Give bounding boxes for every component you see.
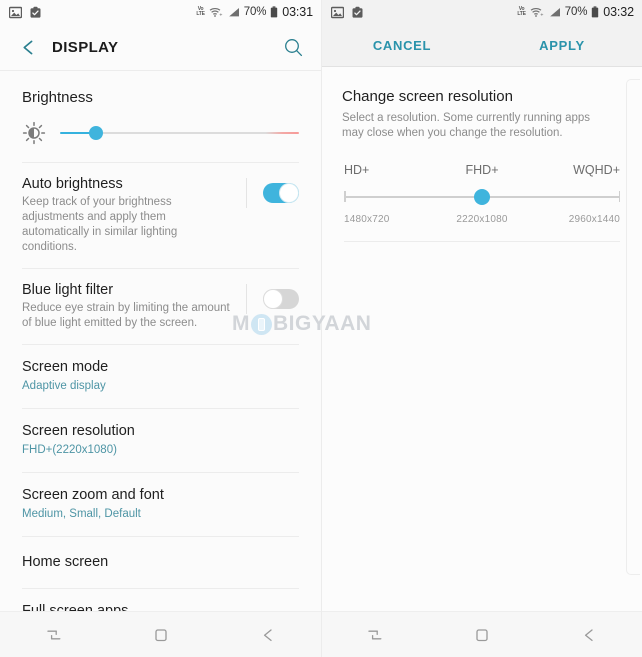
switch-knob — [279, 183, 299, 203]
resolution-slider-thumb[interactable] — [474, 189, 490, 205]
apply-button[interactable]: APPLY — [482, 38, 642, 53]
resolution-picker: HD+ FHD+ WQHD+ 1480x720 2220x1080 2960x1… — [322, 163, 642, 225]
brightness-label: Brightness — [22, 89, 93, 106]
resolution-label-fhd[interactable]: FHD+ — [436, 163, 528, 177]
setting-title: Home screen — [22, 554, 109, 570]
brightness-slider[interactable] — [60, 126, 299, 140]
setting-blue-light-filter[interactable]: Blue light filter Reduce eye strain by l… — [0, 269, 321, 344]
display-settings-screen: Vo LTE + 70% 03:31 DISPLAY Brightness Au… — [0, 0, 321, 657]
page-title: DISPLAY — [52, 38, 119, 56]
setting-title: Full screen apps — [22, 603, 129, 611]
cancel-button[interactable]: CANCEL — [322, 38, 482, 53]
setting-title: Screen resolution — [22, 423, 135, 439]
resolution-value-hd: 1480x720 — [344, 214, 390, 225]
image-icon — [9, 6, 22, 18]
change-resolution-dialog-screen: Vo LTE + 70% 03:32 CANCEL APPLY Change s… — [321, 0, 642, 657]
battery-icon — [592, 6, 599, 18]
svg-text:+: + — [219, 13, 222, 18]
battery-percent: 70% — [243, 6, 267, 18]
dialog-title: Change screen resolution — [342, 88, 513, 105]
volte-icon: Vo LTE — [517, 6, 526, 17]
setting-title: Auto brightness — [22, 176, 123, 192]
settings-list: Brightness Auto brightness Keep track of… — [0, 71, 321, 611]
status-bar-system-icons: Vo LTE + 70% 03:32 — [517, 5, 634, 19]
brightness-slider-row[interactable] — [0, 107, 321, 162]
resolution-value-fhd: 2220x1080 — [456, 214, 508, 225]
setting-home-screen[interactable]: Home screen — [0, 537, 321, 588]
blue-light-toggle-cell — [232, 284, 299, 314]
dialog-body: Change screen resolution Select a resolu… — [322, 67, 642, 611]
setting-title: Screen mode — [22, 359, 109, 375]
navigation-bar-right — [322, 611, 642, 657]
dual-screenshot: Vo LTE + 70% 03:31 DISPLAY Brightness Au… — [0, 0, 642, 657]
image-icon — [331, 6, 344, 18]
setting-value: Medium, Small, Default — [22, 508, 141, 520]
setting-title: Screen zoom and font — [22, 487, 164, 503]
setting-full-screen-apps[interactable]: Full screen apps Choose which apps you w… — [0, 589, 321, 611]
setting-screen-resolution[interactable]: Screen resolution FHD+(2220x1080) — [0, 409, 321, 472]
back-icon[interactable] — [245, 617, 291, 653]
status-bar-right: Vo LTE + 70% 03:32 — [322, 0, 642, 24]
cellular-signal-icon — [549, 8, 560, 17]
battery-icon — [271, 6, 278, 18]
switch-knob — [263, 289, 283, 309]
volte-icon: Vo LTE — [196, 6, 205, 17]
setting-screen-zoom-and-font[interactable]: Screen zoom and font Medium, Small, Defa… — [0, 473, 321, 536]
auto-brightness-switch[interactable] — [263, 183, 299, 203]
wifi-icon: + — [530, 8, 543, 18]
app-bar: DISPLAY — [0, 24, 321, 70]
recents-icon[interactable] — [352, 617, 398, 653]
navigation-bar-left — [0, 611, 321, 657]
status-bar-notification-icons — [9, 6, 42, 19]
status-bar-left: Vo LTE + 70% 03:31 — [0, 0, 321, 24]
resolution-slider[interactable] — [344, 186, 620, 208]
setting-description: Keep track of your brightness adjustment… — [22, 196, 178, 253]
battery-percent: 70% — [564, 6, 588, 18]
setting-screen-mode[interactable]: Screen mode Adaptive display — [0, 345, 321, 408]
setting-description: Reduce eye strain by limiting the amount… — [22, 302, 230, 329]
resolution-label-hd[interactable]: HD+ — [344, 163, 436, 177]
dialog-action-bar: CANCEL APPLY — [322, 24, 642, 67]
resolution-values: 1480x720 2220x1080 2960x1440 — [344, 214, 620, 225]
svg-text:+: + — [540, 13, 543, 18]
wifi-icon: + — [209, 8, 222, 18]
status-bar-notification-icons — [331, 6, 364, 19]
status-bar-clock: 03:31 — [282, 5, 313, 19]
setting-title: Blue light filter — [22, 282, 114, 298]
blue-light-filter-switch[interactable] — [263, 289, 299, 309]
dialog-description: Select a resolution. Some currently runn… — [342, 112, 591, 139]
dialog-panel-edge — [626, 79, 640, 575]
home-icon[interactable] — [459, 617, 505, 653]
dialog-header: Change screen resolution Select a resolu… — [322, 67, 642, 141]
recents-icon[interactable] — [31, 617, 77, 653]
dialog-divider — [344, 241, 620, 242]
setting-value: FHD+(2220x1080) — [22, 444, 117, 456]
setting-auto-brightness[interactable]: Auto brightness Keep track of your brigh… — [0, 163, 321, 268]
resolution-labels: HD+ FHD+ WQHD+ — [344, 163, 620, 177]
home-icon[interactable] — [138, 617, 184, 653]
status-bar-clock: 03:32 — [603, 5, 634, 19]
clipboard-icon — [30, 6, 41, 18]
cellular-signal-icon — [228, 8, 239, 17]
search-icon[interactable] — [279, 33, 307, 61]
resolution-tick-left — [344, 191, 346, 202]
brightness-section-header: Brightness — [0, 71, 321, 107]
auto-brightness-toggle-cell — [232, 178, 299, 208]
brightness-slider-thumb[interactable] — [88, 126, 103, 140]
back-arrow-icon[interactable] — [15, 34, 41, 60]
clipboard-icon — [352, 6, 363, 18]
resolution-value-wqhd: 2960x1440 — [568, 214, 620, 225]
resolution-tick-right — [618, 191, 620, 202]
back-icon[interactable] — [566, 617, 612, 653]
resolution-label-wqhd[interactable]: WQHD+ — [528, 163, 620, 177]
brightness-icon — [22, 121, 46, 145]
toggle-separator — [246, 284, 247, 314]
setting-value: Adaptive display — [22, 380, 106, 392]
toggle-separator — [246, 178, 247, 208]
status-bar-system-icons: Vo LTE + 70% 03:31 — [196, 5, 313, 19]
